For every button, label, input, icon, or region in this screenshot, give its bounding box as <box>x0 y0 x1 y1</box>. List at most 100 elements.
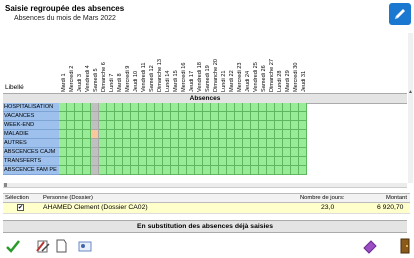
day-cell[interactable] <box>275 103 283 112</box>
day-cell[interactable] <box>187 139 195 148</box>
day-cell[interactable] <box>235 121 243 130</box>
day-cell[interactable] <box>83 103 91 112</box>
day-cell[interactable] <box>147 157 155 166</box>
day-cell[interactable] <box>147 103 155 112</box>
day-cell[interactable] <box>211 139 219 148</box>
day-cell[interactable] <box>291 148 299 157</box>
day-cell[interactable] <box>59 148 67 157</box>
day-cell[interactable] <box>243 139 251 148</box>
day-cell[interactable] <box>83 148 91 157</box>
day-cell[interactable] <box>275 139 283 148</box>
day-cell[interactable] <box>131 112 139 121</box>
day-cell[interactable] <box>251 139 259 148</box>
day-cell[interactable] <box>75 148 83 157</box>
day-cell[interactable] <box>99 148 107 157</box>
day-cell[interactable] <box>251 148 259 157</box>
day-cell[interactable] <box>67 121 75 130</box>
day-cell[interactable] <box>291 157 299 166</box>
selection-checkbox[interactable]: ✔ <box>17 204 24 211</box>
day-cell[interactable] <box>131 139 139 148</box>
day-cell[interactable] <box>179 130 187 139</box>
day-cell[interactable] <box>219 166 227 175</box>
day-cell[interactable] <box>203 166 211 175</box>
day-cell[interactable] <box>67 166 75 175</box>
day-cell[interactable] <box>131 166 139 175</box>
day-cell[interactable] <box>267 148 275 157</box>
day-cell[interactable] <box>283 130 291 139</box>
day-cell[interactable] <box>83 166 91 175</box>
day-cell[interactable] <box>75 139 83 148</box>
day-cell[interactable] <box>243 112 251 121</box>
day-cell[interactable] <box>203 103 211 112</box>
day-cell[interactable] <box>59 157 67 166</box>
day-cell[interactable] <box>75 121 83 130</box>
day-cell[interactable] <box>139 148 147 157</box>
day-cell[interactable] <box>91 103 99 112</box>
day-cell[interactable] <box>251 103 259 112</box>
day-cell[interactable] <box>235 139 243 148</box>
day-cell[interactable] <box>219 139 227 148</box>
day-cell[interactable] <box>75 112 83 121</box>
day-cell[interactable] <box>203 112 211 121</box>
day-cell[interactable] <box>243 130 251 139</box>
day-cell[interactable] <box>227 166 235 175</box>
day-cell[interactable] <box>67 148 75 157</box>
day-cell[interactable] <box>99 157 107 166</box>
day-cell[interactable] <box>267 121 275 130</box>
day-cell[interactable] <box>267 130 275 139</box>
day-cell[interactable] <box>211 130 219 139</box>
day-cell[interactable] <box>91 139 99 148</box>
day-cell[interactable] <box>115 112 123 121</box>
day-cell[interactable] <box>123 148 131 157</box>
day-cell[interactable] <box>195 130 203 139</box>
day-cell[interactable] <box>195 139 203 148</box>
day-cell[interactable] <box>219 112 227 121</box>
day-cell[interactable] <box>291 139 299 148</box>
day-cell[interactable] <box>219 103 227 112</box>
day-cell[interactable] <box>91 157 99 166</box>
day-cell[interactable] <box>275 121 283 130</box>
day-cell[interactable] <box>179 166 187 175</box>
day-cell[interactable] <box>275 112 283 121</box>
day-cell[interactable] <box>107 166 115 175</box>
day-cell[interactable] <box>67 139 75 148</box>
day-cell[interactable] <box>107 112 115 121</box>
day-cell[interactable] <box>243 121 251 130</box>
day-cell[interactable] <box>147 139 155 148</box>
day-cell[interactable] <box>99 130 107 139</box>
day-cell[interactable] <box>75 130 83 139</box>
day-cell[interactable] <box>107 139 115 148</box>
day-cell[interactable] <box>99 166 107 175</box>
day-cell[interactable] <box>59 139 67 148</box>
day-cell[interactable] <box>299 112 307 121</box>
day-cell[interactable] <box>171 103 179 112</box>
day-cell[interactable] <box>131 121 139 130</box>
day-cell[interactable] <box>187 130 195 139</box>
day-cell[interactable] <box>267 139 275 148</box>
day-cell[interactable] <box>155 112 163 121</box>
day-cell[interactable] <box>251 112 259 121</box>
day-cell[interactable] <box>259 166 267 175</box>
page-icon[interactable] <box>53 238 69 254</box>
day-cell[interactable] <box>139 157 147 166</box>
day-cell[interactable] <box>171 157 179 166</box>
day-cell[interactable] <box>91 121 99 130</box>
day-cell[interactable] <box>235 103 243 112</box>
day-cell[interactable] <box>115 166 123 175</box>
day-cell[interactable] <box>283 112 291 121</box>
day-cell[interactable] <box>243 103 251 112</box>
day-cell[interactable] <box>163 112 171 121</box>
day-cell[interactable] <box>259 130 267 139</box>
day-cell[interactable] <box>131 148 139 157</box>
day-cell[interactable] <box>123 157 131 166</box>
day-cell[interactable] <box>115 130 123 139</box>
day-cell[interactable] <box>115 103 123 112</box>
day-cell[interactable] <box>163 148 171 157</box>
day-cell[interactable] <box>179 103 187 112</box>
day-cell[interactable] <box>67 130 75 139</box>
day-cell[interactable] <box>107 103 115 112</box>
day-cell[interactable] <box>147 166 155 175</box>
day-cell[interactable] <box>115 121 123 130</box>
day-cell[interactable] <box>155 121 163 130</box>
day-cell[interactable] <box>139 139 147 148</box>
